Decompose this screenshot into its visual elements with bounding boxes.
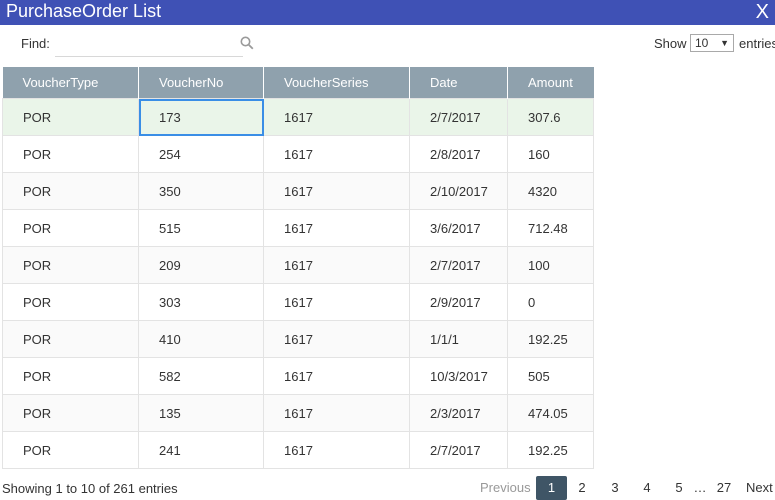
cell-amount[interactable]: 4320: [507, 172, 594, 210]
cell-date[interactable]: 2/8/2017: [409, 135, 508, 173]
cell-amount[interactable]: 192.25: [507, 431, 594, 469]
cell-vouchertype[interactable]: POR: [2, 357, 139, 395]
cell-vouchertype[interactable]: POR: [2, 431, 139, 469]
cell-vouchertype[interactable]: POR: [2, 246, 139, 284]
table-row[interactable]: POR 515 1617 3/6/2017 712.48: [2, 209, 594, 247]
table-header-row: VoucherType VoucherNo VoucherSeries Date…: [2, 67, 594, 99]
cell-amount[interactable]: 0: [507, 283, 594, 321]
table-row[interactable]: POR 303 1617 2/9/2017 0: [2, 283, 594, 321]
page-length-value: 10: [695, 36, 709, 50]
title-bar: PurchaseOrder List X: [0, 0, 775, 25]
search-icon[interactable]: [240, 36, 254, 50]
cell-date[interactable]: 2/7/2017: [409, 431, 508, 469]
cell-voucherseries[interactable]: 1617: [263, 98, 410, 136]
pagination-next-button[interactable]: Next: [746, 476, 773, 500]
table-row[interactable]: POR 241 1617 2/7/2017 192.25: [2, 431, 594, 469]
cell-voucherseries[interactable]: 1617: [263, 209, 410, 247]
cell-date[interactable]: 1/1/1: [409, 320, 508, 358]
cell-date[interactable]: 2/9/2017: [409, 283, 508, 321]
cell-voucherno[interactable]: 254: [138, 135, 264, 173]
table-row[interactable]: POR 173 1617 2/7/2017 307.6: [2, 98, 594, 136]
chevron-down-icon: ▼: [720, 38, 729, 48]
purchase-order-table: VoucherType VoucherNo VoucherSeries Date…: [2, 67, 594, 469]
cell-voucherno[interactable]: 241: [138, 431, 264, 469]
pagination-page-27[interactable]: 27: [715, 476, 733, 500]
cell-vouchertype[interactable]: POR: [2, 135, 139, 173]
close-button[interactable]: X: [756, 0, 769, 24]
cell-amount[interactable]: 474.05: [507, 394, 594, 432]
cell-voucherseries[interactable]: 1617: [263, 135, 410, 173]
cell-voucherno[interactable]: 303: [138, 283, 264, 321]
cell-amount[interactable]: 160: [507, 135, 594, 173]
cell-date[interactable]: 2/3/2017: [409, 394, 508, 432]
table-row[interactable]: POR 254 1617 2/8/2017 160: [2, 135, 594, 173]
cell-date[interactable]: 2/7/2017: [409, 98, 508, 136]
search-input[interactable]: [55, 30, 243, 57]
cell-voucherno[interactable]: 515: [138, 209, 264, 247]
cell-voucherseries[interactable]: 1617: [263, 357, 410, 395]
cell-voucherseries[interactable]: 1617: [263, 172, 410, 210]
cell-voucherseries[interactable]: 1617: [263, 246, 410, 284]
cell-voucherno[interactable]: 582: [138, 357, 264, 395]
pagination-page-1[interactable]: 1: [536, 476, 567, 500]
cell-date[interactable]: 2/10/2017: [409, 172, 508, 210]
window-title: PurchaseOrder List: [6, 1, 162, 21]
cell-amount[interactable]: 712.48: [507, 209, 594, 247]
cell-date[interactable]: 10/3/2017: [409, 357, 508, 395]
show-label: Show: [654, 36, 687, 51]
column-header-voucherno[interactable]: VoucherNo: [138, 67, 264, 99]
pagination-page-5[interactable]: 5: [673, 476, 685, 500]
cell-vouchertype[interactable]: POR: [2, 283, 139, 321]
cell-voucherno[interactable]: 350: [138, 172, 264, 210]
cell-vouchertype[interactable]: POR: [2, 172, 139, 210]
table-row[interactable]: POR 350 1617 2/10/2017 4320: [2, 172, 594, 210]
cell-voucherno[interactable]: 209: [138, 246, 264, 284]
pagination-page-2[interactable]: 2: [576, 476, 588, 500]
cell-voucherno[interactable]: 410: [138, 320, 264, 358]
column-header-vouchertype[interactable]: VoucherType: [2, 67, 139, 99]
column-header-voucherseries[interactable]: VoucherSeries: [263, 67, 410, 99]
pagination-page-3[interactable]: 3: [609, 476, 621, 500]
cell-voucherseries[interactable]: 1617: [263, 431, 410, 469]
cell-amount[interactable]: 100: [507, 246, 594, 284]
pagination-ellipsis: …: [693, 480, 707, 495]
table-row[interactable]: POR 135 1617 2/3/2017 474.05: [2, 394, 594, 432]
page-length-select[interactable]: 10 ▼: [690, 34, 734, 52]
pagination-page-4[interactable]: 4: [641, 476, 653, 500]
cell-vouchertype[interactable]: POR: [2, 209, 139, 247]
cell-vouchertype[interactable]: POR: [2, 394, 139, 432]
pagination-previous-button[interactable]: Previous: [480, 476, 531, 500]
cell-date[interactable]: 3/6/2017: [409, 209, 508, 247]
cell-amount[interactable]: 192.25: [507, 320, 594, 358]
table-info: Showing 1 to 10 of 261 entries: [2, 481, 178, 496]
column-header-amount[interactable]: Amount: [507, 67, 594, 99]
find-label: Find:: [21, 36, 50, 51]
cell-amount[interactable]: 307.6: [507, 98, 594, 136]
cell-date[interactable]: 2/7/2017: [409, 246, 508, 284]
column-header-date[interactable]: Date: [409, 67, 508, 99]
cell-vouchertype[interactable]: POR: [2, 320, 139, 358]
table-row[interactable]: POR 582 1617 10/3/2017 505: [2, 357, 594, 395]
cell-voucherseries[interactable]: 1617: [263, 283, 410, 321]
table-row[interactable]: POR 410 1617 1/1/1 192.25: [2, 320, 594, 358]
cell-voucherno[interactable]: 173: [138, 98, 264, 136]
cell-voucherno[interactable]: 135: [138, 394, 264, 432]
table-row[interactable]: POR 209 1617 2/7/2017 100: [2, 246, 594, 284]
cell-voucherseries[interactable]: 1617: [263, 394, 410, 432]
cell-amount[interactable]: 505: [507, 357, 594, 395]
cell-vouchertype[interactable]: POR: [2, 98, 139, 136]
cell-voucherseries[interactable]: 1617: [263, 320, 410, 358]
entries-label: entries: [739, 36, 775, 51]
